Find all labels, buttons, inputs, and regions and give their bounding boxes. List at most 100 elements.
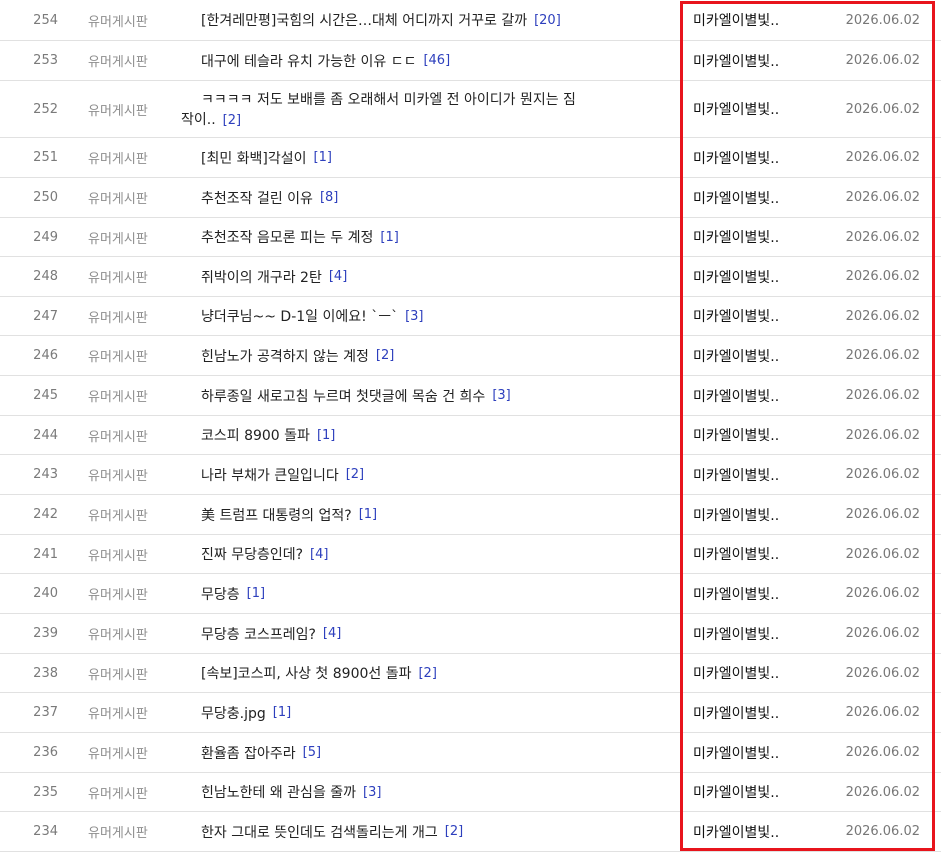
post-author[interactable]: 미카엘이별빛.. (693, 0, 813, 40)
post-title-text: 한자 그대로 뜻인데도 검색돌리는게 개그 (201, 824, 438, 841)
table-row[interactable]: 236 유머게시판 환율좀 잡아주라 [5] 미카엘이별빛.. 2026.06.… (0, 733, 941, 773)
post-title-link[interactable]: 환율좀 잡아주라 [5] (201, 733, 679, 772)
post-author[interactable]: 미카엘이별빛.. (693, 297, 813, 335)
post-number: 238 (33, 665, 58, 681)
comment-count[interactable]: [4] (323, 626, 341, 641)
comment-count[interactable]: [1] (317, 428, 335, 443)
comment-count[interactable]: [1] (380, 230, 398, 245)
table-row[interactable]: 245 유머게시판 하루종일 새로고침 누르며 첫댓글에 목숨 건 희수 [3]… (0, 376, 941, 416)
post-title-link[interactable]: [한겨레만평]국힘의 시간은…대체 어디까지 거꾸로 갈까 [20] (201, 0, 679, 40)
post-title-link[interactable]: 하루종일 새로고침 누르며 첫댓글에 목숨 건 희수 [3] (201, 376, 679, 415)
post-title-link[interactable]: 한자 그대로 뜻인데도 검색돌리는게 개그 [2] (201, 812, 679, 851)
post-title-link[interactable]: 무당층 [1] (201, 574, 679, 613)
comment-count[interactable]: [3] (363, 785, 381, 800)
comment-count[interactable]: [1] (359, 507, 377, 522)
post-title-link[interactable]: 추천조작 음모론 피는 두 계정 [1] (201, 218, 679, 256)
table-row[interactable]: 252 유머게시판 ㅋㅋㅋㅋ 저도 보배를 좀 오래해서 미카엘 전 아이디가 … (0, 81, 941, 138)
post-title-link[interactable]: 힌남노가 공격하지 않는 계정 [2] (201, 336, 679, 375)
post-title-link[interactable]: [최민 화백]각설이 [1] (201, 138, 679, 177)
comment-count[interactable]: [5] (303, 745, 321, 760)
comment-count[interactable]: [3] (492, 388, 510, 403)
post-author[interactable]: 미카엘이별빛.. (693, 376, 813, 415)
comment-count[interactable]: [20] (534, 13, 561, 28)
post-date: 2026.06.02 (845, 665, 920, 681)
table-row[interactable]: 243 유머게시판 나라 부채가 큰일입니다 [2] 미카엘이별빛.. 2026… (0, 455, 941, 495)
table-row[interactable]: 247 유머게시판 냥더쿠님~~ D-1일 이에요! `ㅡ` [3] 미카엘이별… (0, 297, 941, 336)
post-author[interactable]: 미카엘이별빛.. (693, 535, 813, 573)
post-author[interactable]: 미카엘이별빛.. (693, 614, 813, 653)
post-title-link[interactable]: 진짜 무당층인데? [4] (201, 535, 679, 573)
post-author[interactable]: 미카엘이별빛.. (693, 81, 813, 137)
table-row[interactable]: 238 유머게시판 [속보]코스피, 사상 첫 8900선 돌파 [2] 미카엘… (0, 654, 941, 693)
post-title-link[interactable]: 추천조작 걸린 이유 [8] (201, 178, 679, 217)
post-title-link[interactable]: ㅋㅋㅋㅋ 저도 보배를 좀 오래해서 미카엘 전 아이디가 뭔지는 짐 작이..… (181, 81, 659, 137)
comment-count[interactable]: [8] (320, 190, 338, 205)
table-row[interactable]: 254 유머게시판 [한겨레만평]국힘의 시간은…대체 어디까지 거꾸로 갈까 … (0, 0, 941, 41)
post-author[interactable]: 미카엘이별빛.. (693, 733, 813, 772)
comment-count[interactable]: [2] (223, 113, 241, 128)
comment-count[interactable]: [1] (247, 586, 265, 601)
post-author[interactable]: 미카엘이별빛.. (693, 773, 813, 811)
post-number: 237 (33, 705, 58, 720)
post-title-link[interactable]: 무당충.jpg [1] (201, 693, 679, 732)
table-row[interactable]: 253 유머게시판 대구에 테슬라 유치 가능한 이유 ㄷㄷ [46] 미카엘이… (0, 41, 941, 81)
post-author[interactable]: 미카엘이별빛.. (693, 257, 813, 296)
post-author[interactable]: 미카엘이별빛.. (693, 574, 813, 613)
post-author[interactable]: 미카엘이별빛.. (693, 812, 813, 851)
comment-count[interactable]: [4] (329, 269, 347, 284)
comment-count[interactable]: [3] (405, 309, 423, 324)
post-title-link[interactable]: 美 트럼프 대통령의 업적? [1] (201, 495, 679, 534)
comment-count[interactable]: [2] (445, 824, 463, 839)
table-row[interactable]: 251 유머게시판 [최민 화백]각설이 [1] 미카엘이별빛.. 2026.0… (0, 138, 941, 178)
post-category: 유머게시판 (88, 55, 148, 70)
table-row[interactable]: 244 유머게시판 코스피 8900 돌파 [1] 미카엘이별빛.. 2026.… (0, 416, 941, 455)
post-category: 유머게시판 (88, 509, 148, 524)
table-row[interactable]: 246 유머게시판 힌남노가 공격하지 않는 계정 [2] 미카엘이별빛.. 2… (0, 336, 941, 376)
post-title-link[interactable]: 코스피 8900 돌파 [1] (201, 416, 679, 454)
comment-count[interactable]: [46] (423, 53, 450, 68)
comment-count[interactable]: [1] (314, 150, 332, 165)
post-title-link[interactable]: 무당층 코스프레임? [4] (201, 614, 679, 653)
post-author[interactable]: 미카엘이별빛.. (693, 416, 813, 454)
table-row[interactable]: 234 유머게시판 한자 그대로 뜻인데도 검색돌리는게 개그 [2] 미카엘이… (0, 812, 941, 852)
table-row[interactable]: 239 유머게시판 무당층 코스프레임? [4] 미카엘이별빛.. 2026.0… (0, 614, 941, 654)
post-author[interactable]: 미카엘이별빛.. (693, 654, 813, 692)
post-author[interactable]: 미카엘이별빛.. (693, 178, 813, 217)
table-row[interactable]: 249 유머게시판 추천조작 음모론 피는 두 계정 [1] 미카엘이별빛.. … (0, 218, 941, 257)
table-row[interactable]: 242 유머게시판 美 트럼프 대통령의 업적? [1] 미카엘이별빛.. 20… (0, 495, 941, 535)
table-row[interactable]: 235 유머게시판 힌남노한테 왜 관심을 줄까 [3] 미카엘이별빛.. 20… (0, 773, 941, 812)
post-date: 2026.06.02 (845, 12, 920, 28)
post-title-link[interactable]: 냥더쿠님~~ D-1일 이에요! `ㅡ` [3] (201, 297, 679, 335)
post-title-text: 나라 부채가 큰일입니다 (201, 467, 339, 484)
post-author[interactable]: 미카엘이별빛.. (693, 218, 813, 256)
comment-count[interactable]: [4] (310, 547, 328, 562)
comment-count[interactable]: [2] (376, 348, 394, 363)
post-title-link[interactable]: 쥐박이의 개구라 2탄 [4] (201, 257, 679, 296)
post-title-link[interactable]: [속보]코스피, 사상 첫 8900선 돌파 [2] (201, 654, 679, 692)
post-title-link[interactable]: 힌남노한테 왜 관심을 줄까 [3] (201, 773, 679, 811)
post-title-link[interactable]: 나라 부채가 큰일입니다 [2] (201, 455, 679, 494)
post-category: 유머게시판 (88, 588, 148, 603)
table-row[interactable]: 240 유머게시판 무당층 [1] 미카엘이별빛.. 2026.06.02 (0, 574, 941, 614)
post-author[interactable]: 미카엘이별빛.. (693, 693, 813, 732)
table-row[interactable]: 237 유머게시판 무당충.jpg [1] 미카엘이별빛.. 2026.06.0… (0, 693, 941, 733)
post-author[interactable]: 미카엘이별빛.. (693, 41, 813, 80)
post-author[interactable]: 미카엘이별빛.. (693, 495, 813, 534)
post-date: 2026.06.02 (845, 348, 920, 363)
post-author[interactable]: 미카엘이별빛.. (693, 336, 813, 375)
post-date: 2026.06.02 (845, 229, 920, 245)
table-row[interactable]: 250 유머게시판 추천조작 걸린 이유 [8] 미카엘이별빛.. 2026.0… (0, 178, 941, 218)
post-title-link[interactable]: 대구에 테슬라 유치 가능한 이유 ㄷㄷ [46] (201, 41, 679, 80)
comment-count[interactable]: [2] (346, 467, 364, 482)
post-author[interactable]: 미카엘이별빛.. (693, 455, 813, 494)
table-row[interactable]: 241 유머게시판 진짜 무당층인데? [4] 미카엘이별빛.. 2026.06… (0, 535, 941, 574)
post-date: 2026.06.02 (845, 546, 920, 562)
comment-count[interactable]: [1] (273, 705, 291, 720)
table-row[interactable]: 248 유머게시판 쥐박이의 개구라 2탄 [4] 미카엘이별빛.. 2026.… (0, 257, 941, 297)
post-number: 251 (33, 150, 58, 165)
post-number: 252 (33, 101, 58, 117)
post-title-text: 힌남노한테 왜 관심을 줄까 (201, 785, 357, 801)
post-category: 유머게시판 (88, 786, 148, 802)
comment-count[interactable]: [2] (418, 666, 436, 681)
post-author[interactable]: 미카엘이별빛.. (693, 138, 813, 177)
